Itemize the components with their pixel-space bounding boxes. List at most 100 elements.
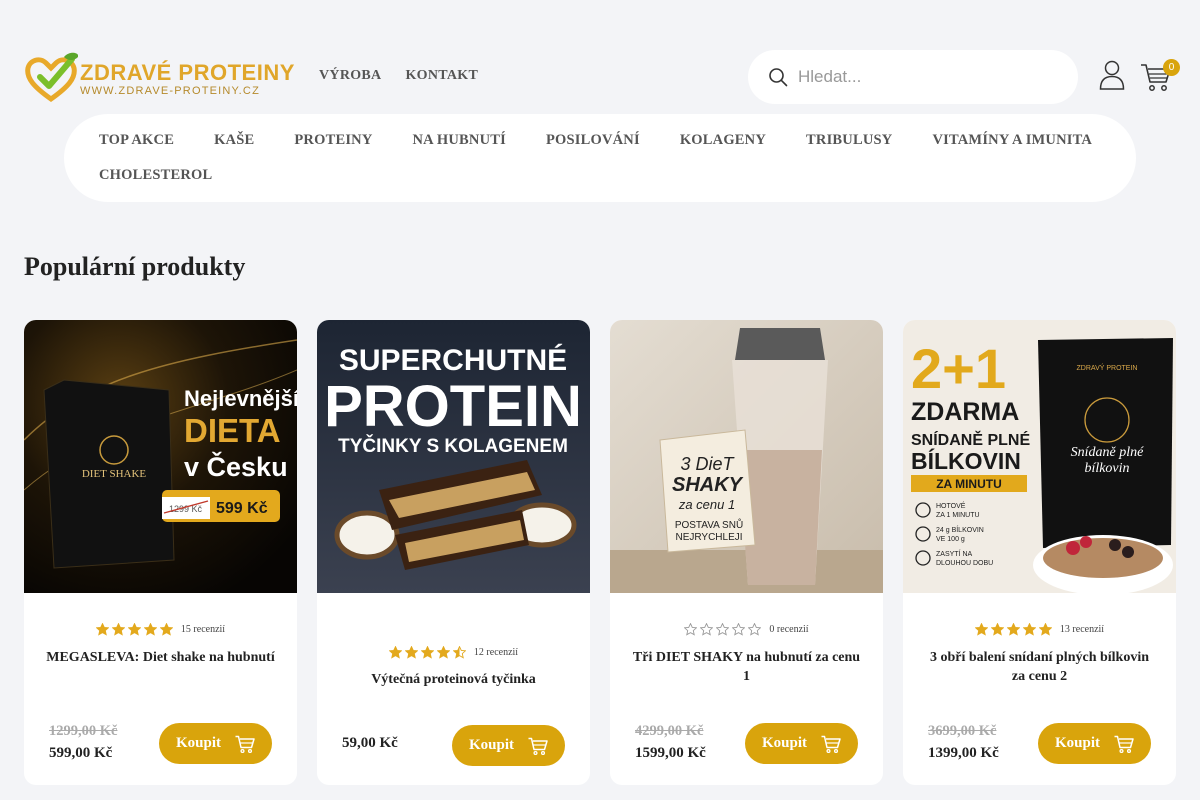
- product-name[interactable]: Tři DIET SHAKY na hubnutí za cenu 1: [630, 648, 863, 686]
- category-kase[interactable]: KAŠE: [214, 131, 254, 149]
- image-headline: ZA MINUTU: [936, 477, 1002, 491]
- star-icon: [1022, 623, 1036, 636]
- nav-link-vyroba[interactable]: VÝROBA: [319, 68, 381, 84]
- star-icon: [111, 623, 125, 636]
- product-price: 1399,00 Kč: [928, 745, 999, 761]
- cart-icon: [528, 737, 548, 755]
- product-rating: 15 recenzií: [24, 623, 297, 636]
- site-logo[interactable]: ZDRAVÉ PROTEINY WWW.ZDRAVE-PROTEINY.CZ: [24, 50, 294, 106]
- cart-icon: [1114, 735, 1134, 753]
- image-headline: PROTEIN: [324, 374, 582, 439]
- category-vitaminy-a-imunita[interactable]: VITAMÍNY A IMUNITA: [932, 131, 1092, 149]
- image-headline: SUPERCHUTNÉ: [339, 343, 567, 377]
- review-count[interactable]: 0 recenzií: [769, 624, 808, 635]
- star-icon: [732, 623, 746, 636]
- rating-stars: [388, 646, 466, 659]
- category-posilovani[interactable]: POSILOVÁNÍ: [546, 131, 640, 149]
- product-rating: 12 recenzií: [317, 646, 590, 659]
- image-headline: 3 DieT: [680, 454, 735, 474]
- image-feature: 24 g BÍLKOVIN: [936, 525, 984, 534]
- product-price: 1599,00 Kč: [635, 745, 706, 761]
- star-icon: [748, 623, 762, 636]
- pack-title: bílkovin: [1084, 461, 1129, 476]
- image-feature: HOTOVÉ: [936, 501, 966, 510]
- star-icon: [127, 623, 141, 636]
- product-image[interactable]: 3 DieT SHAKY za cenu 1 POSTAVA SNŮ NEJRY…: [610, 320, 883, 593]
- product-image[interactable]: SUPERCHUTNÉ PROTEIN TYČINKY S KOLAGENEM: [317, 320, 590, 593]
- pack-brand: ZDRAVÝ PROTEIN: [1077, 363, 1138, 372]
- image-feature: DLOUHOU DOBU: [936, 560, 993, 567]
- image-headline: POSTAVA SNŮ: [675, 518, 743, 531]
- image-headline: SNÍDANĚ PLNÉ: [911, 430, 1030, 449]
- star-icon: [700, 623, 714, 636]
- product-old-price: 1299,00 Kč: [49, 723, 118, 739]
- user-account-icon[interactable]: [1099, 60, 1125, 90]
- star-icon: [404, 646, 418, 659]
- product-card: 2+1 ZDARMA SNÍDANĚ PLNÉ BÍLKOVIN ZA MINU…: [903, 320, 1176, 785]
- product-price: 59,00 Kč: [342, 735, 398, 751]
- category-proteiny[interactable]: PROTEINY: [294, 131, 372, 149]
- category-na-hubnuti[interactable]: NA HUBNUTÍ: [413, 131, 506, 149]
- image-headline: BÍLKOVIN: [911, 447, 1021, 474]
- image-old-price: 1299 Kč: [169, 504, 203, 514]
- rating-stars: [95, 623, 173, 636]
- product-grid: DIET SHAKE Nejlevnější DIETA v Česku 129…: [24, 320, 1176, 785]
- product-name[interactable]: 3 obří balení snídaní plných bílkovin za…: [923, 648, 1156, 686]
- image-headline: Nejlevnější: [184, 386, 297, 411]
- cart-icon: [235, 735, 255, 753]
- product-card: DIET SHAKE Nejlevnější DIETA v Česku 129…: [24, 320, 297, 785]
- image-feature: ZASYTÍ NA: [936, 549, 973, 558]
- buy-button[interactable]: Koupit: [159, 723, 272, 764]
- image-headline: 2+1: [911, 337, 1006, 400]
- category-nav: TOP AKCE KAŠE PROTEINY NA HUBNUTÍ POSILO…: [64, 114, 1136, 202]
- image-headline: DIETA: [184, 412, 281, 449]
- star-icon: [452, 646, 466, 659]
- category-top-akce[interactable]: TOP AKCE: [99, 131, 174, 149]
- buy-button-label: Koupit: [761, 735, 807, 751]
- star-icon: [95, 623, 109, 636]
- cart-icon: [821, 735, 841, 753]
- star-icon: [420, 646, 434, 659]
- review-count[interactable]: 15 recenzií: [181, 624, 225, 635]
- star-icon: [388, 646, 402, 659]
- category-cholesterol[interactable]: CHOLESTEROL: [99, 166, 212, 184]
- top-nav: VÝROBA KONTAKT: [319, 68, 478, 84]
- star-icon: [974, 623, 988, 636]
- buy-button-label: Koupit: [468, 737, 514, 753]
- search-icon[interactable]: [768, 67, 788, 87]
- search-box: [748, 50, 1078, 104]
- product-old-price: 4299,00 Kč: [635, 723, 704, 739]
- image-headline: v Česku: [184, 451, 288, 482]
- rating-stars: [974, 623, 1052, 636]
- rating-stars: [684, 623, 762, 636]
- buy-button[interactable]: Koupit: [745, 723, 858, 764]
- product-name[interactable]: Výtečná proteinová tyčinka: [337, 670, 570, 689]
- review-count[interactable]: 12 recenzií: [474, 647, 518, 658]
- star-icon: [684, 623, 698, 636]
- product-card: 3 DieT SHAKY za cenu 1 POSTAVA SNŮ NEJRY…: [610, 320, 883, 785]
- brand-url: WWW.ZDRAVE-PROTEINY.CZ: [80, 85, 260, 97]
- image-feature: ZA 1 MINUTU: [936, 512, 980, 519]
- star-icon: [159, 623, 173, 636]
- buy-button[interactable]: Koupit: [1038, 723, 1151, 764]
- product-rating: 13 recenzií: [903, 623, 1176, 636]
- star-icon: [990, 623, 1004, 636]
- buy-button[interactable]: Koupit: [452, 725, 565, 766]
- category-kolageny[interactable]: KOLAGENY: [680, 131, 766, 149]
- image-headline: NEJRYCHLEJI: [675, 532, 742, 543]
- category-tribulusy[interactable]: TRIBULUSY: [806, 131, 892, 149]
- pack-label: DIET SHAKE: [82, 468, 147, 480]
- image-headline: SHAKY: [672, 474, 744, 496]
- star-icon: [1038, 623, 1052, 636]
- product-image[interactable]: 2+1 ZDARMA SNÍDANĚ PLNÉ BÍLKOVIN ZA MINU…: [903, 320, 1176, 593]
- search-input[interactable]: [798, 67, 1048, 87]
- review-count[interactable]: 13 recenzií: [1060, 624, 1104, 635]
- nav-link-kontakt[interactable]: KONTAKT: [405, 68, 478, 84]
- image-headline: za cenu 1: [678, 497, 735, 512]
- star-icon: [716, 623, 730, 636]
- cart-count-badge: 0: [1163, 59, 1180, 76]
- image-new-price: 599 Kč: [216, 500, 268, 517]
- image-headline: ZDARMA: [911, 398, 1019, 426]
- product-image[interactable]: DIET SHAKE Nejlevnější DIETA v Česku 129…: [24, 320, 297, 593]
- product-name[interactable]: MEGASLEVA: Diet shake na hubnutí: [44, 648, 277, 667]
